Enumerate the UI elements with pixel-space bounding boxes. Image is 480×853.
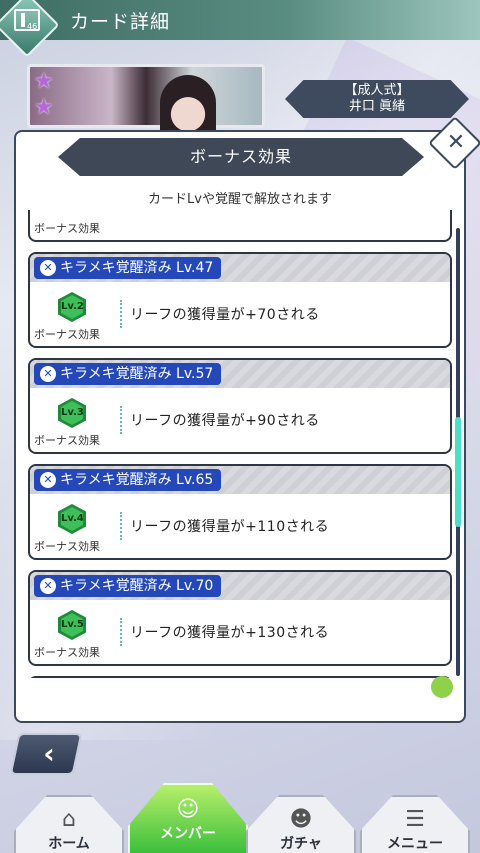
effect-text: リーフの獲得量が+90される (130, 413, 320, 429)
level-text: Lv.3 (61, 401, 83, 425)
bonus-label: ボーナス効果 (34, 540, 100, 553)
divider (120, 406, 122, 434)
condition-pill: ✕ キラメキ覚醒済み Lv.70 (34, 575, 222, 597)
level-hex-icon: Lv.3 (58, 398, 86, 428)
bonus-label: ボーナス効果 (34, 646, 100, 659)
card-portrait (160, 75, 216, 131)
header-bar: 46 カード詳細 (0, 0, 480, 58)
member-icon: ☺ (176, 797, 200, 822)
condition-title: キラメキ覚醒済み Lv.70 (60, 578, 214, 594)
header-icon-number: 46 (27, 22, 38, 31)
level-hex-icon: Lv.4 (58, 504, 86, 534)
condition-pill: ✕ キラメキ覚醒済み Lv.47 (34, 257, 222, 279)
kirameki-icon: ✕ (40, 578, 56, 594)
kirameki-icon: ✕ (40, 472, 56, 488)
menu-icon: ☰ (405, 807, 425, 832)
home-icon: ⌂ (62, 807, 76, 832)
card-name-plate: 【成人式】 井口 眞緒 (285, 80, 469, 118)
divider (120, 512, 122, 540)
close-icon[interactable]: ✕ (441, 128, 471, 158)
condition-title: キラメキ覚醒済み Lv.65 (60, 472, 214, 488)
gacha-icon: ☻ (289, 807, 313, 832)
list-item: ✕ キラメキ覚醒済み Lv.70 Lv.5 ボーナス効果 リーフの獲得量が+13… (28, 570, 452, 666)
condition-title: キラメキ覚醒済み Lv.47 (60, 260, 214, 276)
bonus-label: ボーナス効果 (34, 222, 100, 235)
star-icon: ★ (34, 69, 54, 94)
list-item: ✕ キラメキ覚醒済み Lv.47 Lv.2 ボーナス効果 リーフの獲得量が+70… (28, 252, 452, 348)
bonus-label: ボーナス効果 (34, 328, 100, 341)
card-name-line1: 【成人式】 (344, 83, 410, 98)
bonus-label: ボーナス効果 (34, 434, 100, 447)
card-name-line2: 井口 眞緒 (348, 99, 406, 114)
nav-member-label: メンバー (160, 826, 216, 842)
card-image: ★ ★ (27, 64, 265, 131)
modal-subtitle: カードLvや覚醒で解放されます (148, 192, 332, 207)
condition-pill: ✕ キラメキ覚醒済み Lv.57 (34, 363, 222, 385)
nav-gacha[interactable]: ☻ ガチャ (246, 795, 356, 853)
divider (120, 300, 122, 328)
nav-menu[interactable]: ☰ メニュー (360, 795, 470, 853)
nav-gacha-label: ガチャ (280, 836, 322, 852)
modal-title-bar: ボーナス効果 (58, 138, 424, 176)
list-item (28, 676, 452, 678)
level-text: Lv.5 (61, 613, 83, 637)
nav-menu-label: メニュー (387, 836, 443, 852)
new-badge-icon (431, 676, 453, 698)
effect-text: リーフの獲得量が+130される (130, 625, 330, 641)
nav-member[interactable]: ☺ メンバー (128, 783, 248, 853)
divider (120, 618, 122, 646)
effect-text: リーフの獲得量が+110される (130, 519, 330, 535)
bonus-modal: ボーナス効果 カードLvや覚醒で解放されます ボーナス効果 ✕ キラメキ覚醒済み… (14, 116, 480, 723)
kirameki-icon: ✕ (40, 260, 56, 276)
effect-text: リーフの獲得量が+70される (130, 307, 320, 323)
bonus-list[interactable]: ボーナス効果 ✕ キラメキ覚醒済み Lv.47 Lv.2 ボーナス効果 リーフの… (26, 210, 456, 678)
list-item: ボーナス効果 (28, 210, 452, 242)
nav-home-label: ホーム (48, 836, 90, 852)
kirameki-icon: ✕ (40, 366, 56, 382)
level-text: Lv.2 (61, 295, 83, 319)
bottom-nav: ⌂ ホーム ☺ メンバー ☻ ガチャ ☰ メニュー (0, 783, 480, 853)
list-item: ✕ キラメキ覚醒済み Lv.65 Lv.4 ボーナス効果 リーフの獲得量が+11… (28, 464, 452, 560)
nav-home[interactable]: ⌂ ホーム (14, 795, 124, 853)
page-title: カード詳細 (70, 11, 171, 33)
condition-pill: ✕ キラメキ覚醒済み Lv.65 (34, 469, 222, 491)
list-item: ✕ キラメキ覚醒済み Lv.57 Lv.3 ボーナス効果 リーフの獲得量が+90… (28, 358, 452, 454)
modal-title: ボーナス効果 (189, 147, 292, 166)
level-hex-icon: Lv.5 (58, 610, 86, 640)
level-text: Lv.4 (61, 507, 83, 531)
star-icon: ★ (34, 95, 54, 120)
scrollbar-thumb[interactable] (455, 417, 461, 527)
chevron-left-icon[interactable]: ‹ (34, 733, 64, 775)
level-hex-icon: Lv.2 (58, 292, 86, 322)
condition-title: キラメキ覚醒済み Lv.57 (60, 366, 214, 382)
